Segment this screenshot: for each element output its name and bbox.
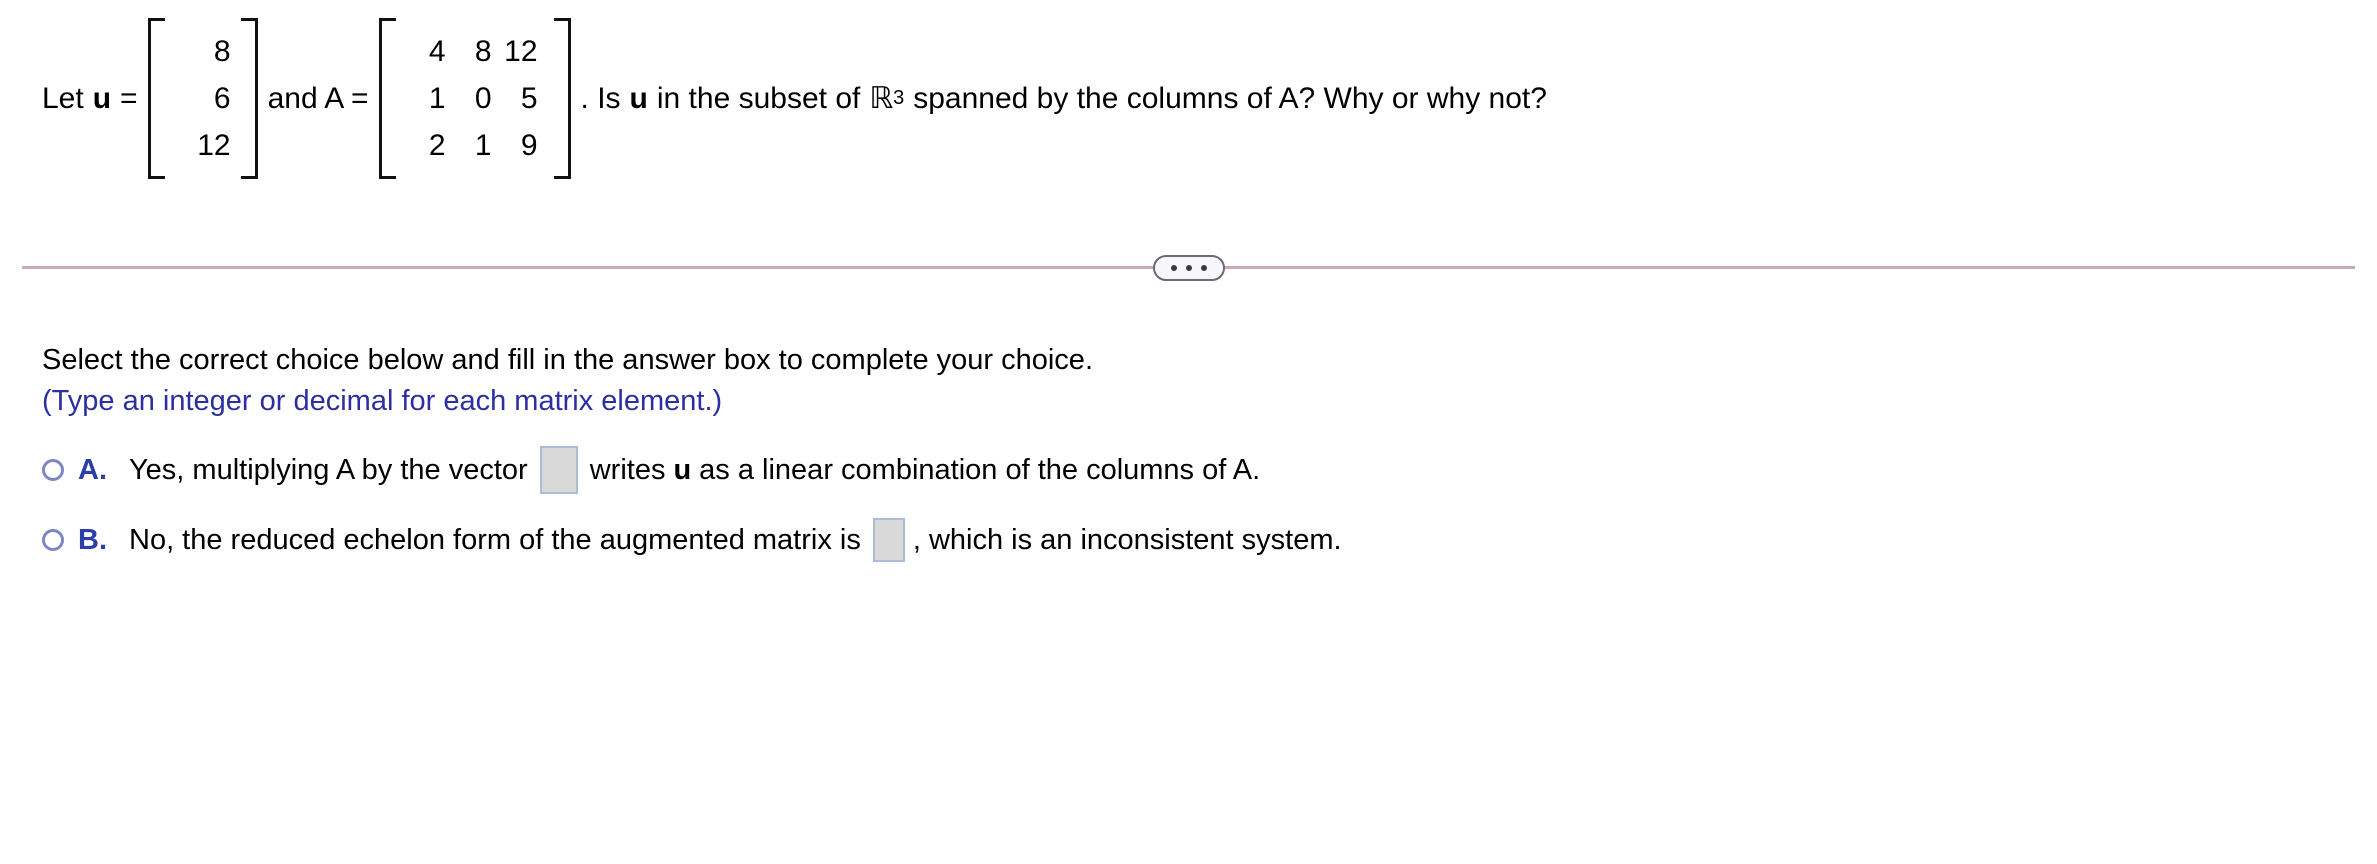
matrix-a-row: 2 1 9 (406, 122, 544, 169)
vector-u-row: 8 (189, 28, 233, 75)
stem-question-vector-u: u (629, 81, 648, 115)
choice-b-text: No, the reduced echelon form of the augm… (129, 518, 1342, 562)
matrix-a-right-bracket (553, 18, 571, 179)
real-numbers-symbol: ℝ (869, 80, 894, 116)
matrix-a: 4 8 12 1 0 5 2 1 9 (378, 18, 571, 179)
matrix-a-cell: 8 (474, 34, 492, 68)
matrix-a-cell: 1 (474, 128, 492, 162)
matrix-a-cell: 4 (428, 34, 446, 68)
matrix-a-cell: 5 (520, 81, 538, 115)
problem-statement: Let u = 8 6 12 and A = 4 8 12 1 0 5 2 1 … (42, 18, 1547, 179)
matrix-a-row: 1 0 5 (406, 75, 544, 122)
choice-letter-a: A. (78, 453, 107, 486)
radio-button-b[interactable] (42, 529, 64, 551)
vector-u-left-bracket (147, 18, 165, 179)
instruction-text: Select the correct choice below and fill… (42, 344, 1093, 376)
ellipsis-dot (1200, 265, 1207, 271)
stem-question-part-1: . Is (580, 81, 621, 115)
vector-u-body: 8 6 12 (165, 18, 241, 179)
choice-b-text-before-box: No, the reduced echelon form of the augm… (129, 523, 861, 556)
choice-option-a[interactable]: A. Yes, multiplying A by the vector writ… (42, 446, 2332, 494)
stem-question-part-3: spanned by the columns of A? Why or why … (913, 81, 1547, 115)
stem-equals-sign: = (120, 81, 138, 115)
choice-a-text-before-box: Yes, multiplying A by the vector (129, 453, 528, 486)
ellipsis-dot (1170, 265, 1177, 271)
instruction-hint-text: (Type an integer or decimal for each mat… (42, 385, 723, 417)
answer-input-a[interactable] (539, 446, 578, 494)
matrix-a-cell: 12 (504, 34, 538, 68)
choice-letter-b: B. (78, 523, 107, 556)
vector-u-cell: 12 (197, 128, 231, 162)
choice-a-text-after-box-1: writes (589, 453, 666, 486)
vector-u-cell: 6 (213, 81, 231, 115)
choice-a-bold-token: u (673, 453, 692, 486)
answer-section: Select the correct choice below and fill… (42, 340, 2332, 562)
vector-u-row: 12 (189, 122, 233, 169)
answer-input-b[interactable] (872, 518, 905, 562)
matrix-a-body: 4 8 12 1 0 5 2 1 9 (396, 18, 554, 179)
real-numbers-exponent: 3 (893, 87, 905, 109)
choice-a-text-after-box-2: as a linear combination of the columns o… (699, 453, 1261, 486)
matrix-a-cell: 1 (428, 81, 446, 115)
vector-u-right-bracket (240, 18, 258, 179)
choice-b-text-after-box-1: , which is an inconsistent system. (912, 523, 1342, 556)
radio-button-a[interactable] (42, 459, 64, 481)
stem-conjunction: and A = (267, 81, 369, 115)
stem-vector-name: u (92, 81, 112, 115)
matrix-a-cell: 2 (428, 128, 446, 162)
matrix-a-row: 4 8 12 (406, 28, 544, 75)
ellipsis-dot (1185, 265, 1192, 271)
matrix-a-cell: 0 (474, 81, 492, 115)
stem-lead-text: Let (42, 81, 84, 115)
stem-question-part-2: in the subset of (656, 81, 861, 115)
matrix-a-cell: 9 (520, 128, 538, 162)
vector-u-row: 6 (189, 75, 233, 122)
more-options-button[interactable] (1152, 255, 1225, 281)
vector-u: 8 6 12 (147, 18, 258, 179)
section-divider (22, 255, 2355, 285)
vector-u-cell: 8 (213, 34, 231, 68)
matrix-a-left-bracket (378, 18, 396, 179)
choice-option-b[interactable]: B. No, the reduced echelon form of the a… (42, 518, 2332, 562)
choice-a-text: Yes, multiplying A by the vector writes … (129, 446, 1260, 494)
